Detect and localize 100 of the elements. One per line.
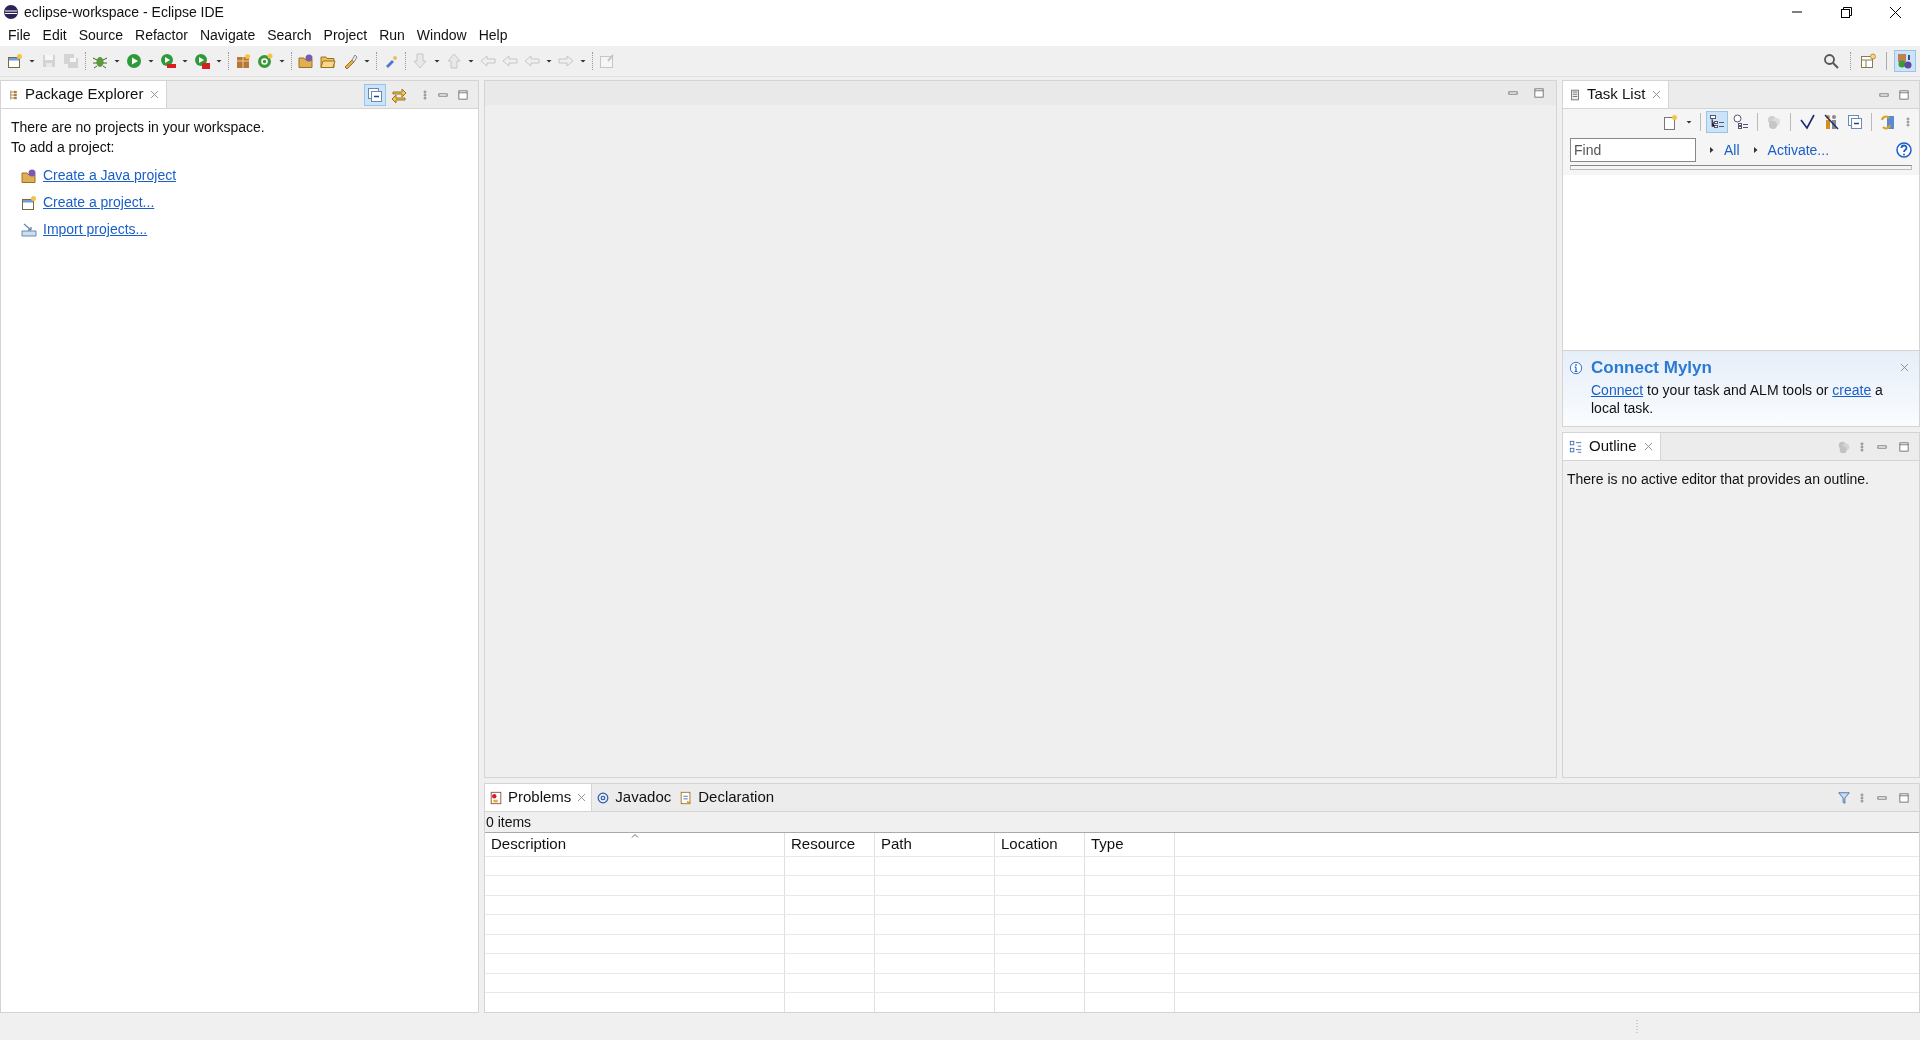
triangle-icon [1751,145,1760,155]
spheres-icon [1766,114,1782,130]
tab-label: Package Explorer [25,84,144,105]
view-toolbar-button[interactable] [364,83,386,106]
play-toolbox-icon [194,53,210,69]
vertical-dots-icon [1857,439,1867,454]
open-folder-icon [320,53,336,69]
left-arrow-icon [524,53,540,69]
action-link[interactable]: Import projects... [43,219,148,240]
at-sign-icon [596,790,611,805]
close-icon [149,89,161,100]
menu-item[interactable]: Project [317,24,374,46]
vertical-dots-icon [420,87,430,102]
perspective-window-icon [1860,53,1876,69]
maximize-icon [457,88,469,101]
two-way-arrows-icon [391,86,407,103]
mylyn-message: Connect to your task and ALM tools or create a local task. [1590,380,1884,417]
empty-workspace-message: To add a project: [11,138,116,157]
play-icon [126,53,142,69]
tab-label: Problems [508,787,572,808]
folder-ball-icon [21,167,37,184]
mylyn-link[interactable]: Connect [1591,381,1644,398]
hand-arrow-icon [502,53,518,69]
tab-label: Declaration [698,787,775,808]
menu-item[interactable]: Edit [36,24,73,46]
view-tab[interactable]: Task List [1563,81,1670,108]
view-tab[interactable]: Outline [1563,433,1661,460]
menu-item[interactable]: Source [72,24,130,46]
column-header[interactable]: Path [875,833,995,856]
package-icon [235,53,251,69]
restore-icon [1840,6,1852,18]
torch-icon [342,53,358,69]
sync-icon [1880,114,1896,130]
close-icon [1642,441,1654,452]
view-tab[interactable]: Package Explorer [1,81,168,108]
notepad-icon [1569,87,1581,102]
task-toolbar-button[interactable] [1706,111,1728,133]
view-tab[interactable]: Problems [485,784,593,811]
find-field[interactable]: Find [1570,138,1696,162]
tree-list-icon [1709,114,1725,130]
import-tray-icon [21,221,37,238]
window-title: eclipse-workspace - Eclipse IDE [24,2,224,22]
action-link[interactable]: Create a Java project [43,165,177,186]
down-arrow-icon [412,53,428,69]
close-icon [1889,6,1901,18]
spheres-icon [1837,439,1851,454]
close-icon [1899,362,1910,374]
filter-icon [1837,790,1851,805]
hand-arrow-icon [480,53,496,69]
check-mark-icon [1799,114,1815,130]
caret-icon [181,57,189,65]
tab-label: Task List [1587,84,1646,105]
caret-icon [363,57,371,65]
caret-icon [467,57,475,65]
tab-label: Outline [1589,436,1637,457]
caret-icon [28,57,36,65]
mylyn-link[interactable]: create [1832,381,1872,398]
up-arrow-icon [446,53,462,69]
close-icon [576,792,588,803]
search-icon [1823,53,1839,69]
maximize-icon [1898,791,1910,804]
outline-icon [1569,439,1583,454]
caret-icon [147,57,155,65]
outline-message: There is no active editor that provides an outline. [1566,470,1870,489]
triangle-icon [1708,145,1716,155]
mylyn-title: Connect Mylyn [1591,357,1712,379]
menu-item[interactable]: Search [261,24,318,46]
menu-item[interactable]: File [2,24,37,46]
menu-item[interactable]: Window [410,24,473,46]
menu-item[interactable]: Help [472,24,514,46]
problems-icon [489,790,503,805]
empty-workspace-message: There are no projects in your workspace. [11,118,266,137]
java-perspective-icon [1897,53,1913,69]
help-button[interactable] [1896,142,1912,158]
vertical-dots-icon [1857,790,1867,805]
column-header[interactable]: Type [1085,833,1175,856]
filter-link[interactable]: All [1708,139,1740,161]
column-header[interactable]: Resource [785,833,875,856]
collapse-all-icon [367,86,383,103]
play-bar-icon [160,53,176,69]
collapse-all-icon [1847,114,1863,130]
column-header[interactable]: Description [485,833,785,856]
column-header[interactable]: Location [995,833,1085,856]
maximize-icon [1898,440,1910,453]
clock-list-icon [1733,114,1749,130]
filter-link[interactable]: Activate... [1751,139,1830,161]
perspective-button[interactable] [1894,50,1916,72]
maximize-icon [1533,87,1545,99]
close-icon [1651,89,1663,100]
tab-label: Javadoc [615,787,672,808]
info-icon [1569,360,1583,375]
caret-icon [113,57,121,65]
item-count: 0 items [485,812,1919,832]
action-link[interactable]: Create a project... [43,192,155,213]
menu-item[interactable]: Run [373,24,411,46]
menu-item[interactable]: Refactor [129,24,194,46]
vertical-dots-icon [1903,115,1913,129]
floppy-disks-icon [63,53,79,69]
maximize-icon [1898,88,1910,101]
menu-item[interactable]: Navigate [193,24,262,46]
